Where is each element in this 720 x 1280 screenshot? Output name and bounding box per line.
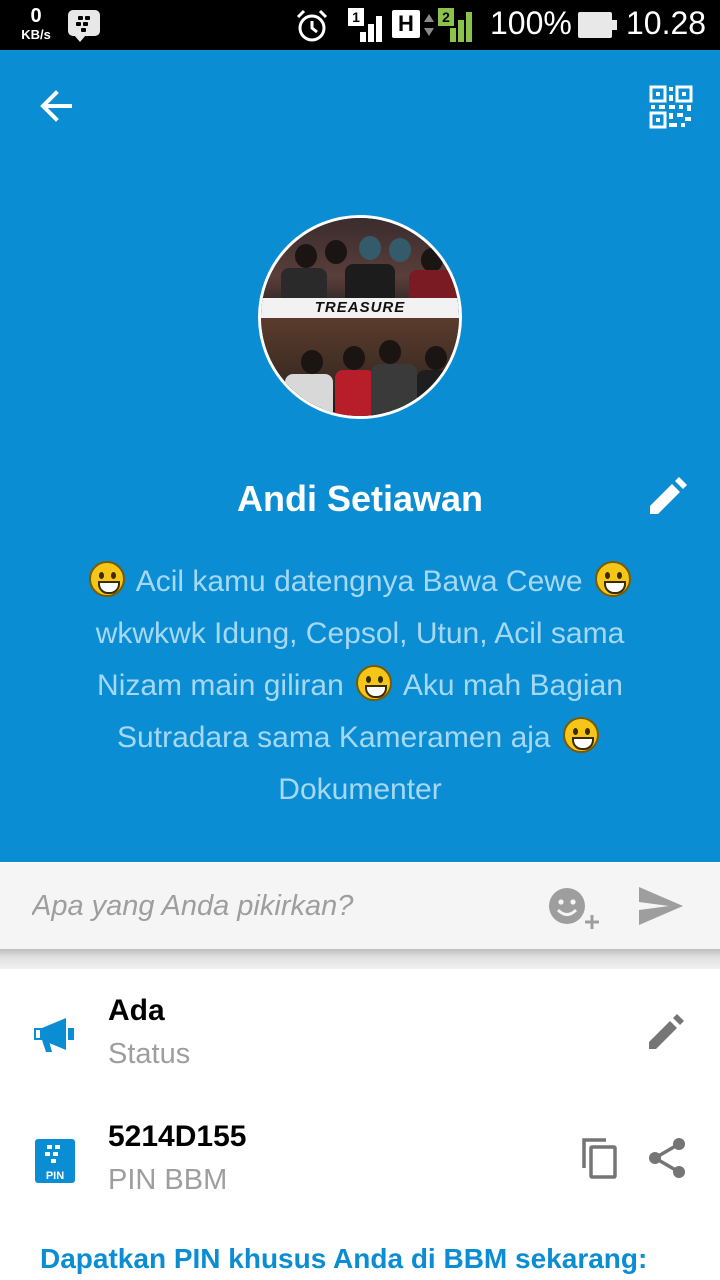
status-message-part4: Dokumenter — [278, 773, 442, 806]
profile-header: TREASURE Andi Setiawan Acil kamu datengn… — [0, 50, 720, 862]
clock: 10.28 — [626, 5, 707, 41]
pin-icon-label: PIN — [46, 1170, 64, 1182]
profile-status-message: Acil kamu datengnya Bawa Cewe wkwkwk Idu… — [76, 556, 644, 816]
avatar-caption: TREASURE — [261, 298, 459, 318]
signal-sim1-icon: 1 — [348, 8, 388, 42]
emoji-picker-button[interactable] — [546, 885, 606, 931]
sim2-badge: 2 — [438, 8, 454, 26]
copy-pin-button[interactable] — [578, 1136, 618, 1180]
avatar-photo-bottom — [261, 318, 459, 416]
grinning-emoji-icon — [89, 561, 126, 597]
signal-sim2-icon: 2 — [438, 8, 478, 42]
emoji-add-icon — [549, 888, 599, 929]
network-type-badge: H — [392, 10, 420, 38]
send-icon — [639, 887, 683, 925]
laughing-emoji-icon — [594, 561, 631, 597]
status-composer — [0, 863, 720, 949]
arrow-left-icon — [40, 90, 72, 122]
status-message-part1: Acil kamu datengnya Bawa Cewe — [135, 565, 583, 598]
copy-icon — [582, 1138, 617, 1179]
qr-code-icon — [649, 85, 693, 129]
availability-status-subtitle: Status — [108, 1038, 191, 1070]
sim1-badge: 1 — [348, 8, 364, 26]
network-speed-value: 0 — [30, 5, 42, 27]
qr-code-button[interactable] — [648, 84, 694, 130]
crying-laughing-emoji-icon — [562, 717, 599, 753]
section-divider — [0, 949, 720, 969]
bbm-pin-icon: PIN — [35, 1139, 75, 1183]
share-icon — [649, 1138, 685, 1178]
send-button[interactable] — [636, 883, 686, 929]
pencil-icon — [650, 477, 687, 514]
bbm-notification-icon — [68, 10, 100, 42]
alarm-icon — [296, 9, 328, 42]
back-button[interactable] — [30, 80, 82, 132]
pencil-icon — [649, 1014, 684, 1049]
megaphone-icon — [34, 1018, 74, 1052]
bbm-pin-row: PIN 5214D155 PIN BBM — [0, 1110, 720, 1220]
network-speed: 0 KB/s — [16, 6, 56, 41]
get-custom-pin-link[interactable]: Dapatkan PIN khusus Anda di BBM sekarang… — [40, 1243, 647, 1275]
edit-status-button[interactable] — [646, 1012, 686, 1052]
network-speed-unit: KB/s — [21, 27, 51, 42]
share-pin-button[interactable] — [646, 1136, 688, 1180]
data-activity-icon — [424, 14, 434, 36]
status-input[interactable] — [32, 885, 532, 927]
battery-percent: 100% — [490, 5, 572, 41]
status-bar: 0 KB/s 1 H 2 100% 10.28 — [0, 0, 720, 50]
battery-icon — [578, 12, 617, 38]
bbm-pin-value[interactable]: 5214D155 — [108, 1120, 246, 1154]
rofl-emoji-icon — [356, 665, 393, 701]
bbm-pin-label: PIN BBM — [108, 1164, 228, 1196]
availability-status-row[interactable]: Ada Status — [0, 980, 720, 1090]
edit-profile-button[interactable] — [644, 476, 688, 520]
profile-avatar[interactable]: TREASURE — [258, 215, 462, 419]
profile-name: Andi Setiawan — [236, 478, 484, 519]
availability-status-title: Ada — [108, 994, 165, 1027]
